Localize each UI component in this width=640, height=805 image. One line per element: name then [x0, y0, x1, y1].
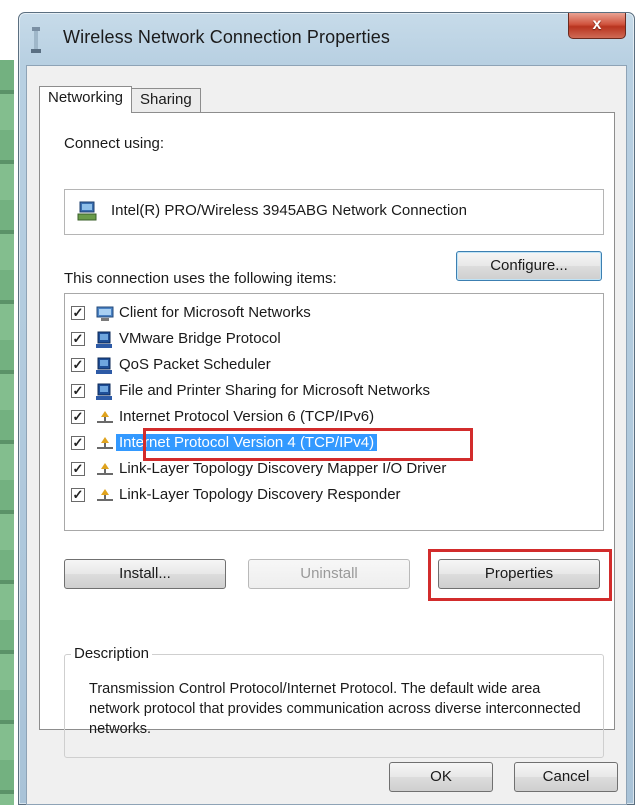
network-title-icon — [31, 27, 41, 53]
uninstall-button[interactable]: Uninstall — [248, 559, 410, 589]
list-item[interactable]: ✓ VMware Bridge Protocol — [71, 328, 599, 352]
item-label: VMware Bridge Protocol — [119, 330, 281, 347]
item-label: Client for Microsoft Networks — [119, 304, 311, 321]
highlight-box-ipv4 — [143, 428, 473, 461]
network-client-icon — [96, 306, 114, 321]
computer-service-icon — [96, 357, 112, 374]
items-label: This connection uses the following items… — [64, 270, 337, 287]
item-label: Link-Layer Topology Discovery Mapper I/O… — [119, 460, 447, 477]
list-item[interactable]: ✓ QoS Packet Scheduler — [71, 354, 599, 378]
properties-dialog: Wireless Network Connection Properties x… — [18, 12, 635, 805]
item-label: File and Printer Sharing for Microsoft N… — [119, 382, 430, 399]
configure-button[interactable]: Configure... — [456, 251, 602, 281]
list-item[interactable]: ✓ Link-Layer Topology Discovery Mapper I… — [71, 458, 599, 482]
dialog-client-area: Networking Sharing Connect using: Intel(… — [26, 65, 627, 805]
checkbox[interactable]: ✓ — [71, 462, 85, 476]
tab-sharing[interactable]: Sharing — [131, 88, 201, 112]
checkbox[interactable]: ✓ — [71, 384, 85, 398]
checkbox[interactable]: ✓ — [71, 306, 85, 320]
checkbox[interactable]: ✓ — [71, 488, 85, 502]
protocol-icon — [97, 411, 113, 423]
close-icon: x — [592, 16, 602, 33]
list-item[interactable]: ✓ Client for Microsoft Networks — [71, 302, 599, 326]
description-group: Description Transmission Control Protoco… — [64, 645, 604, 758]
components-list[interactable]: ✓ Client for Microsoft Networks ✓ VMware… — [64, 293, 604, 531]
networking-panel: Connect using: Intel(R) PRO/Wireless 394… — [39, 112, 615, 758]
description-text: Transmission Control Protocol/Internet P… — [89, 681, 581, 737]
list-item[interactable]: ✓ Internet Protocol Version 6 (TCP/IPv6) — [71, 406, 599, 430]
item-label: Internet Protocol Version 6 (TCP/IPv6) — [119, 408, 375, 425]
checkbox[interactable]: ✓ — [71, 332, 85, 346]
computer-service-icon — [96, 383, 112, 400]
window-title: Wireless Network Connection Properties — [63, 27, 390, 47]
list-item[interactable]: ✓ File and Printer Sharing for Microsoft… — [71, 380, 599, 404]
computer-service-icon — [96, 331, 112, 348]
device-name: Intel(R) PRO/Wireless 3945ABG Network Co… — [111, 202, 467, 219]
highlight-box-properties — [428, 549, 612, 601]
device-field: Intel(R) PRO/Wireless 3945ABG Network Co… — [64, 189, 604, 235]
list-item[interactable]: ✓ Link-Layer Topology Discovery Responde… — [71, 484, 599, 508]
description-title: Description — [71, 645, 153, 662]
background-window-edge — [0, 60, 14, 805]
protocol-icon — [97, 463, 113, 475]
checkbox[interactable]: ✓ — [71, 358, 85, 372]
ok-button[interactable]: OK — [389, 762, 493, 792]
connect-using-label: Connect using: — [64, 135, 165, 152]
checkbox[interactable]: ✓ — [71, 436, 85, 450]
network-adapter-icon — [77, 201, 97, 221]
item-label: Link-Layer Topology Discovery Responder — [119, 486, 401, 503]
checkbox[interactable]: ✓ — [71, 410, 85, 424]
cancel-button[interactable]: Cancel — [514, 762, 618, 792]
protocol-icon — [97, 437, 113, 449]
protocol-icon — [97, 489, 113, 501]
tab-networking[interactable]: Networking — [39, 86, 133, 113]
install-button[interactable]: Install... — [64, 559, 226, 589]
item-label: QoS Packet Scheduler — [119, 356, 271, 373]
close-button[interactable]: x — [568, 13, 626, 39]
